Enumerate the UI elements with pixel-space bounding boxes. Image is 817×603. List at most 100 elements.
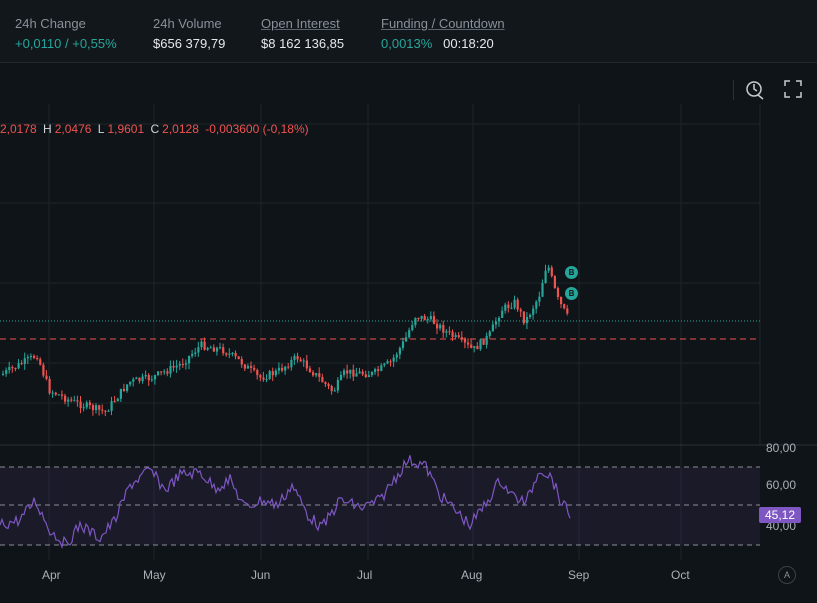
candle-body: [76, 400, 79, 402]
candle-body: [144, 375, 147, 377]
candle-body: [308, 368, 312, 373]
candle-body: [45, 375, 48, 380]
candle-body: [82, 407, 85, 409]
candle-body: [522, 311, 525, 324]
candle-body: [160, 371, 163, 373]
candle-body: [386, 361, 389, 364]
candle-body: [172, 365, 175, 368]
candle-body: [439, 324, 442, 329]
candle-body: [101, 409, 104, 411]
candle-body: [355, 373, 358, 377]
candle-body: [488, 331, 491, 336]
candle-body: [265, 379, 268, 381]
ohlc-low: 1,9601: [107, 122, 145, 136]
candle-body: [91, 404, 95, 411]
candle-body: [507, 304, 510, 308]
candle-body: [426, 319, 429, 321]
candle-body: [42, 364, 45, 376]
candle-body: [274, 370, 277, 376]
buy-marker[interactable]: B: [565, 287, 578, 300]
candle-body: [414, 317, 417, 325]
candle-body: [153, 375, 157, 380]
candle-body: [467, 342, 470, 345]
candle-body: [256, 369, 259, 376]
candle-body: [116, 398, 119, 402]
candle-body: [135, 377, 138, 380]
candle-body: [454, 335, 457, 338]
candle-body: [333, 390, 336, 392]
candle-body: [563, 304, 566, 309]
candle-body: [67, 399, 70, 402]
candle-body: [525, 316, 529, 324]
candle-body: [26, 357, 29, 359]
candle-body: [544, 270, 547, 284]
candle-body: [380, 365, 383, 371]
candle-body: [166, 371, 169, 374]
ohlc-close-label: C: [150, 122, 160, 136]
candle-body: [383, 363, 386, 366]
candle-body: [54, 392, 57, 395]
candle-body: [184, 363, 188, 365]
candle-body: [302, 360, 305, 362]
candle-body: [377, 369, 380, 371]
candle-body: [17, 363, 20, 369]
candle-body: [374, 369, 377, 372]
candle-body: [181, 363, 184, 365]
candle-body: [370, 371, 374, 376]
candle-body: [33, 355, 36, 359]
candle-body: [529, 314, 532, 317]
candle-body: [553, 276, 556, 289]
ohlc-high: 2,0476: [54, 122, 92, 136]
candle-body: [457, 335, 460, 338]
candle-body: [538, 296, 541, 302]
candle-body: [2, 373, 5, 375]
candle-body: [513, 299, 516, 308]
candle-body: [556, 288, 560, 297]
candle-body: [138, 377, 141, 382]
candle-body: [445, 331, 448, 333]
candle-body: [243, 364, 246, 369]
candle-body: [535, 301, 538, 309]
candle-body: [271, 371, 274, 376]
candle-body: [188, 355, 191, 364]
candle-body: [250, 365, 253, 368]
candle-body: [122, 388, 126, 392]
candle-body: [401, 341, 405, 348]
candle-body: [60, 394, 64, 396]
candle-body: [501, 310, 504, 318]
candle-body: [448, 331, 451, 333]
candle-body: [113, 401, 116, 403]
candle-body: [206, 347, 209, 350]
candle-body: [281, 367, 284, 371]
candle-body: [550, 267, 553, 277]
candle-body: [408, 330, 411, 338]
candle-body: [98, 405, 101, 410]
candle-body: [197, 347, 200, 353]
price-chart[interactable]: [0, 0, 817, 603]
buy-marker[interactable]: B: [565, 266, 578, 279]
candle-body: [228, 353, 231, 355]
candle-body: [293, 355, 296, 360]
candle-body: [150, 379, 153, 381]
candle-body: [463, 338, 467, 343]
candle-body: [339, 374, 343, 381]
auto-scale-button[interactable]: A: [778, 566, 796, 584]
candle-body: [318, 373, 321, 377]
candle-body: [237, 356, 240, 360]
candle-body: [231, 352, 234, 354]
candle-body: [8, 367, 11, 371]
candle-body: [178, 363, 181, 366]
candle-body: [119, 388, 122, 399]
time-axis-label: Sep: [568, 568, 590, 582]
candle-body: [48, 379, 51, 394]
candle-body: [566, 308, 569, 314]
candle-body: [476, 346, 479, 350]
candle-body: [473, 346, 476, 348]
candle-body: [429, 316, 432, 320]
candle-body: [417, 317, 420, 319]
candle-body: [405, 337, 408, 342]
candle-body: [64, 395, 67, 402]
candle-body: [479, 339, 482, 350]
candle-body: [547, 267, 550, 271]
candle-body: [88, 402, 91, 405]
